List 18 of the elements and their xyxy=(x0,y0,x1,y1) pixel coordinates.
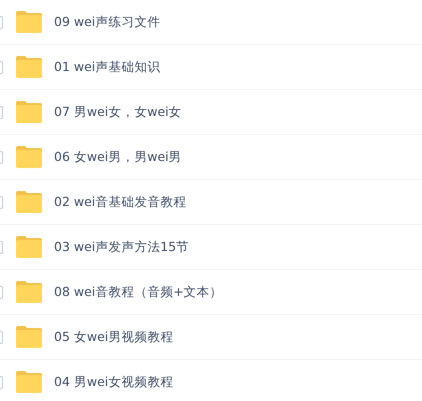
folder-icon xyxy=(16,146,42,168)
folder-name[interactable]: 01 wei声基础知识 xyxy=(54,58,160,76)
folder-name[interactable]: 02 wei音基础发音教程 xyxy=(54,194,186,210)
folder-icon xyxy=(16,191,42,213)
folder-name[interactable]: 09 wei声练习文件 xyxy=(54,14,160,30)
folder-name[interactable]: 04 男wei女视频教程 xyxy=(54,374,174,390)
folder-icon xyxy=(16,281,42,303)
folder-name[interactable]: 07 男wei女，女wei女 xyxy=(54,104,182,120)
folder-icon xyxy=(16,56,42,78)
folder-name[interactable]: 06 女wei男，男wei男 xyxy=(54,148,182,166)
folder-icon xyxy=(16,11,42,33)
folder-name[interactable]: 08 wei音教程（音频+文本） xyxy=(54,284,223,300)
folder-icon xyxy=(16,371,42,393)
folder-icon xyxy=(16,236,42,258)
folder-name[interactable]: 05 女wei男视频教程 xyxy=(54,328,174,346)
folder-icon xyxy=(16,101,42,123)
folder-name[interactable]: 03 wei声发声方法15节 xyxy=(54,238,190,256)
folder-icon xyxy=(16,326,42,348)
